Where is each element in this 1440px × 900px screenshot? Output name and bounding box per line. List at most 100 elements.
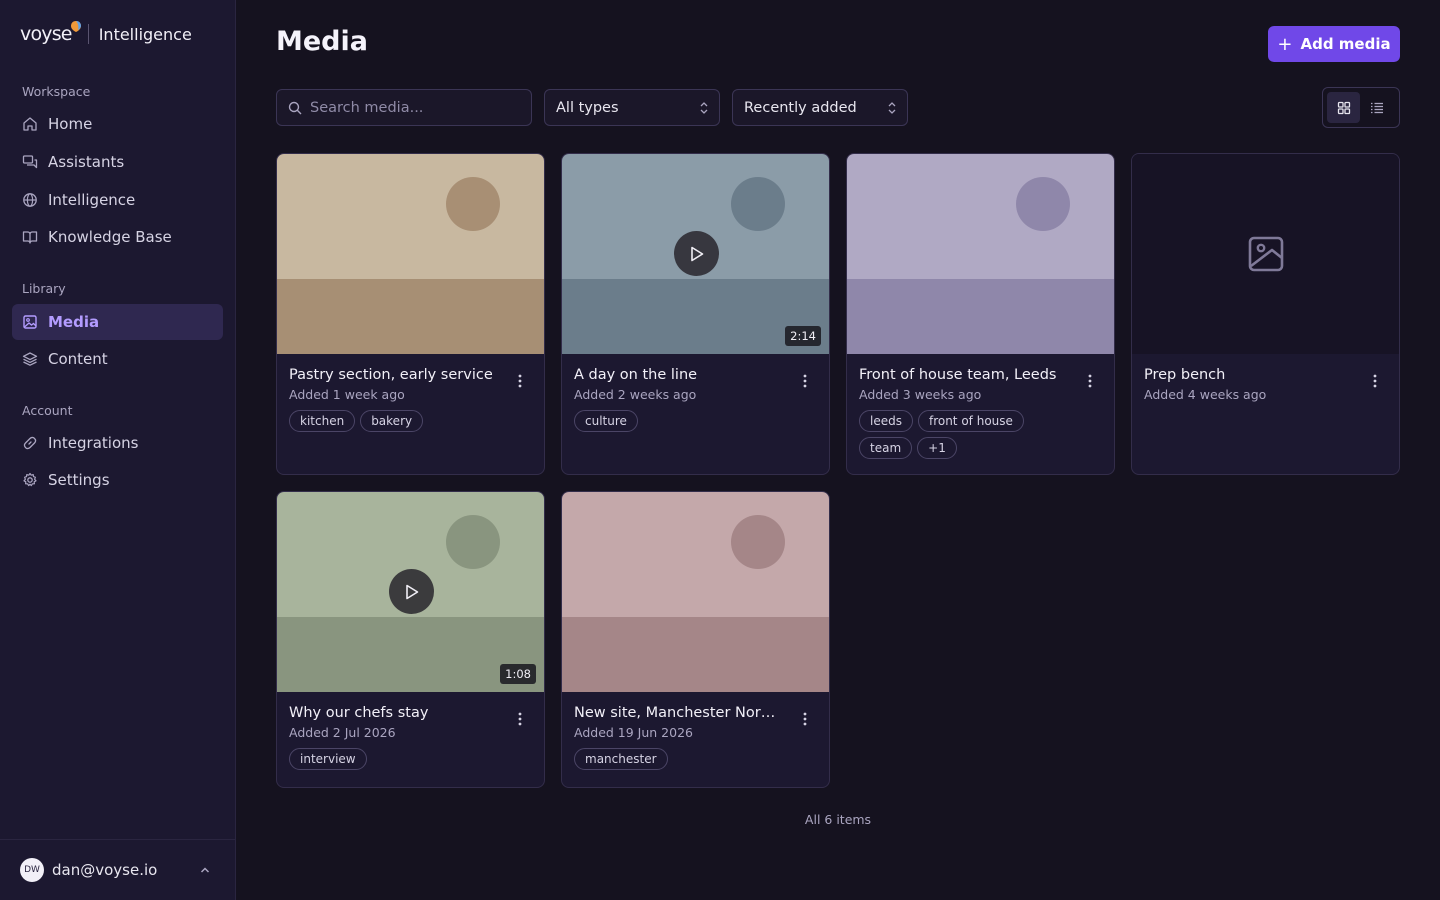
tag[interactable]: front of house	[917, 410, 1024, 432]
card-title: Front of house team, Leeds	[859, 367, 1057, 383]
card-date: Added 19 Jun 2026	[574, 725, 693, 740]
sidebar-item-knowledge-base[interactable]: Knowledge Base	[12, 219, 223, 255]
chevron-up-icon[interactable]	[199, 864, 211, 876]
avatar: DW	[20, 858, 44, 882]
sidebar-item-integrations[interactable]: Integrations	[12, 425, 223, 461]
tag[interactable]: kitchen	[289, 410, 356, 432]
sort-select[interactable]: Recently added	[732, 89, 908, 126]
more-options-icon[interactable]	[518, 374, 522, 388]
card-title: New site, Manchester Nort...	[574, 705, 779, 721]
plus-icon: +	[1277, 33, 1293, 55]
play-button[interactable]	[674, 231, 719, 276]
card-title: Prep bench	[1144, 367, 1226, 383]
chevron-updown-icon	[888, 102, 896, 114]
logo-mark-icon	[70, 21, 81, 32]
media-card[interactable]: 1:08 Why our chefs stay Added 2 Jul 2026…	[276, 491, 545, 788]
type-select-value: All types	[556, 99, 619, 116]
video-duration: 2:14	[785, 326, 821, 346]
more-options-icon[interactable]	[803, 374, 807, 388]
tag[interactable]: leeds	[859, 410, 913, 432]
user-email: dan@voyse.io	[52, 861, 158, 879]
user-menu[interactable]: DW dan@voyse.io	[0, 839, 235, 900]
section-label-workspace: Workspace	[22, 84, 91, 99]
gear-icon	[23, 472, 37, 487]
media-thumbnail[interactable]	[847, 154, 1114, 354]
view-toggle	[1322, 87, 1400, 128]
search-box[interactable]	[276, 89, 532, 126]
media-thumbnail[interactable]: 2:14	[562, 154, 829, 354]
sidebar-item-label: Intelligence	[48, 191, 136, 209]
play-icon	[690, 246, 703, 261]
tag[interactable]: manchester	[574, 748, 668, 770]
tag[interactable]: team	[859, 437, 913, 459]
sidebar-item-home[interactable]: Home	[12, 106, 223, 142]
sidebar-item-settings[interactable]: Settings	[12, 462, 223, 498]
book-icon	[22, 231, 38, 244]
sidebar-item-content[interactable]: Content	[12, 341, 223, 377]
grid-view-button[interactable]	[1327, 92, 1360, 123]
card-title: A day on the line	[574, 367, 698, 383]
sidebar-item-intelligence[interactable]: Intelligence	[12, 182, 223, 218]
media-card[interactable]: Pastry section, early service Added 1 we…	[276, 153, 545, 475]
play-button[interactable]	[389, 569, 434, 614]
media-thumbnail[interactable]	[562, 492, 829, 692]
add-media-button[interactable]: + Add media	[1268, 26, 1400, 62]
tag[interactable]: culture	[574, 410, 638, 432]
image-placeholder-icon	[1248, 236, 1283, 272]
more-tags-count[interactable]: +1	[917, 437, 957, 459]
sidebar-item-label: Assistants	[48, 153, 125, 171]
home-icon	[23, 117, 37, 131]
type-select[interactable]: All types	[544, 89, 720, 126]
more-options-icon[interactable]	[518, 712, 522, 726]
more-options-icon[interactable]	[803, 712, 807, 726]
media-card[interactable]: New site, Manchester Nort... Added 19 Ju…	[561, 491, 830, 788]
card-date: Added 1 week ago	[289, 387, 405, 402]
tag-list: manchester	[574, 748, 794, 770]
product-name: Intelligence	[98, 24, 192, 44]
media-thumbnail[interactable]: 1:08	[277, 492, 544, 692]
list-icon	[1370, 102, 1383, 113]
tag-list: leeds front of house team +1	[859, 410, 1039, 459]
grid-icon	[1337, 101, 1350, 114]
tag[interactable]: interview	[289, 748, 367, 770]
item-count: All 6 items	[804, 812, 872, 827]
card-title: Pastry section, early service	[289, 367, 493, 383]
more-options-icon[interactable]	[1088, 374, 1092, 388]
card-title: Why our chefs stay	[289, 705, 429, 721]
sort-select-value: Recently added	[744, 99, 857, 116]
sidebar-item-media[interactable]: Media	[12, 304, 223, 340]
card-date: Added 2 Jul 2026	[289, 725, 396, 740]
tag-list: interview	[289, 748, 509, 770]
more-options-icon[interactable]	[1373, 374, 1377, 388]
chevron-updown-icon	[700, 102, 708, 114]
sidebar-item-label: Settings	[48, 471, 110, 489]
section-label-library: Library	[22, 281, 66, 296]
brand: voyse Intelligence	[20, 20, 192, 48]
chat-icon	[22, 155, 38, 169]
search-input[interactable]	[310, 99, 510, 116]
media-card[interactable]: Prep bench Added 4 weeks ago	[1131, 153, 1400, 475]
media-card[interactable]: Front of house team, Leeds Added 3 weeks…	[846, 153, 1115, 475]
sidebar-item-assistants[interactable]: Assistants	[12, 144, 223, 180]
card-date: Added 3 weeks ago	[859, 387, 982, 402]
list-view-button[interactable]	[1360, 92, 1393, 123]
page-title: Media	[276, 26, 368, 57]
sidebar-item-label: Home	[48, 115, 93, 133]
media-thumbnail[interactable]	[1132, 154, 1399, 354]
media-thumbnail[interactable]	[277, 154, 544, 354]
logo[interactable]: voyse	[20, 21, 81, 45]
link-icon	[23, 436, 37, 450]
video-duration: 1:08	[500, 664, 536, 684]
sidebar-item-label: Media	[48, 313, 100, 331]
media-card[interactable]: 2:14 A day on the line Added 2 weeks ago…	[561, 153, 830, 475]
sidebar-item-label: Knowledge Base	[48, 228, 172, 246]
tag-list: kitchen bakery	[289, 410, 509, 432]
tag[interactable]: bakery	[360, 410, 424, 432]
card-date: Added 4 weeks ago	[1144, 387, 1267, 402]
search-icon	[288, 101, 302, 114]
layers-icon	[22, 352, 38, 366]
image-icon	[23, 315, 37, 329]
sidebar: voyse Intelligence Workspace Home Assist…	[0, 0, 236, 900]
globe-icon	[23, 193, 37, 207]
tag-list: culture	[574, 410, 794, 432]
